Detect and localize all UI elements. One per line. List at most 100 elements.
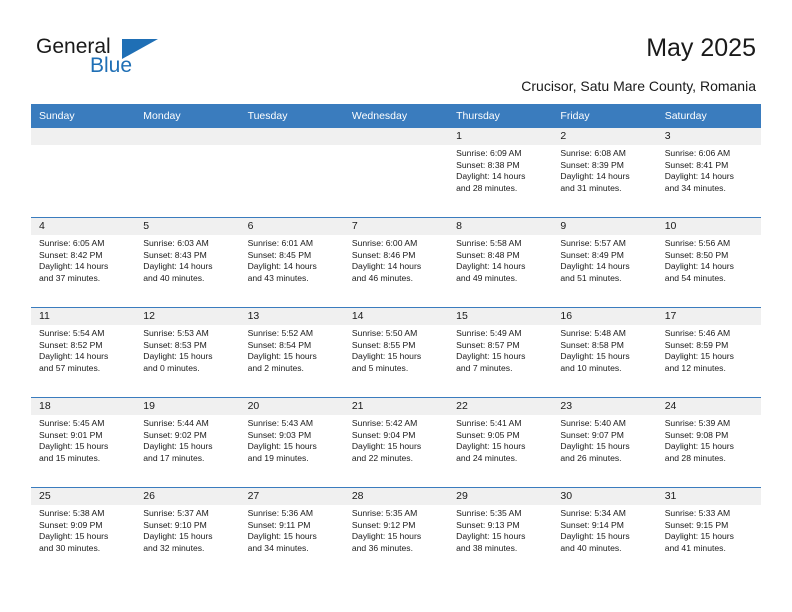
sunset-text: Sunset: 9:13 PM [456, 519, 520, 530]
day-number: 27 [239, 488, 344, 505]
calendar-day-cell[interactable]: 11 Sunrise: 5:54 AM Sunset: 8:52 PM Dayligh… [31, 307, 136, 398]
weekday-header-monday: Monday [135, 104, 240, 128]
day-number: 20 [239, 398, 344, 415]
sunset-text: Sunset: 8:39 PM [560, 159, 624, 170]
calendar-day-cell[interactable]: 2 Sunrise: 6:08 AM Sunset: 8:39 PM Daylight… [552, 128, 657, 218]
calendar-day-cell[interactable]: 28 Sunrise: 5:35 AM Sunset: 9:12 PM Dayligh… [343, 487, 449, 577]
sunrise-text: Sunrise: 5:33 AM [664, 508, 731, 518]
daylight-text-line1: Daylight: 15 hours [456, 351, 526, 362]
sunset-text: Sunset: 9:14 PM [560, 519, 624, 530]
sunrise-text: Sunrise: 5:40 AM [560, 418, 626, 428]
calendar-day-cell[interactable] [31, 128, 136, 218]
calendar-day-cell[interactable]: 16 Sunrise: 5:48 AM Sunset: 8:58 PM Dayligh… [552, 307, 657, 398]
calendar-day-cell[interactable]: 12 Sunrise: 5:53 AM Sunset: 8:53 PM Dayligh… [135, 307, 240, 398]
calendar-day-cell[interactable]: 13 Sunrise: 5:52 AM Sunset: 8:54 PM Dayligh… [239, 307, 344, 398]
sunrise-text: Sunrise: 5:57 AM [560, 238, 626, 248]
day-number [343, 128, 449, 145]
sunset-text: Sunset: 8:48 PM [456, 249, 520, 260]
daylight-text-line1: Daylight: 14 hours [560, 171, 630, 182]
daylight-text-line1: Daylight: 15 hours [351, 351, 422, 362]
calendar-day-cell[interactable]: 6 Sunrise: 6:01 AM Sunset: 8:45 PM Daylight… [239, 217, 344, 308]
calendar-day-cell[interactable]: 26 Sunrise: 5:37 AM Sunset: 9:10 PM Dayligh… [135, 487, 240, 577]
day-number: 18 [31, 398, 136, 415]
calendar-day-cell[interactable]: 29 Sunrise: 5:35 AM Sunset: 9:13 PM Dayligh… [448, 487, 553, 577]
daylight-text-line2: and 24 minutes. [456, 452, 518, 463]
calendar-day-cell[interactable]: 20 Sunrise: 5:43 AM Sunset: 9:03 PM Dayligh… [239, 397, 344, 488]
calendar-day-cell[interactable]: 31 Sunrise: 5:33 AM Sunset: 9:15 PM Dayligh… [656, 487, 761, 577]
sunset-text: Sunset: 9:03 PM [247, 429, 312, 440]
weekday-header-friday: Friday [552, 104, 657, 128]
daylight-text-line2: and 5 minutes. [351, 362, 409, 373]
brand-logo[interactable]: General Blue [36, 35, 236, 85]
daylight-text-line1: Daylight: 15 hours [664, 531, 734, 542]
calendar-day-cell[interactable]: 18 Sunrise: 5:45 AM Sunset: 9:01 PM Dayligh… [31, 397, 136, 488]
page-subtitle: Crucisor, Satu Mare County, Romania [521, 78, 756, 94]
daylight-text-line2: and 40 minutes. [560, 542, 622, 553]
calendar-day-cell[interactable]: 25 Sunrise: 5:38 AM Sunset: 9:09 PM Dayligh… [31, 487, 136, 577]
sunset-text: Sunset: 8:41 PM [664, 159, 729, 170]
daylight-text-line1: Daylight: 15 hours [247, 441, 317, 452]
day-number [135, 128, 240, 145]
daylight-text-line1: Daylight: 15 hours [39, 441, 109, 452]
calendar-day-cell[interactable]: 4 Sunrise: 6:05 AM Sunset: 8:42 PM Daylight… [31, 217, 136, 308]
daylight-text-line1: Daylight: 15 hours [143, 531, 213, 542]
daylight-text-line2: and 31 minutes. [560, 182, 622, 193]
calendar-day-cell[interactable]: 30 Sunrise: 5:34 AM Sunset: 9:14 PM Dayligh… [552, 487, 657, 577]
calendar-day-cell[interactable]: 5 Sunrise: 6:03 AM Sunset: 8:43 PM Daylight… [135, 217, 240, 308]
sunset-text: Sunset: 8:53 PM [143, 339, 207, 350]
day-number: 4 [31, 218, 136, 235]
calendar-day-cell[interactable]: 3 Sunrise: 6:06 AM Sunset: 8:41 PM Daylight… [656, 128, 761, 218]
calendar-day-cell[interactable]: 27 Sunrise: 5:36 AM Sunset: 9:11 PM Dayligh… [239, 487, 344, 577]
daylight-text-line1: Daylight: 14 hours [560, 261, 630, 272]
calendar-day-cell[interactable] [343, 128, 449, 218]
daylight-text-line2: and 38 minutes. [456, 542, 518, 553]
day-number: 7 [343, 218, 449, 235]
daylight-text-line2: and 19 minutes. [247, 452, 309, 463]
calendar-day-cell[interactable]: 23 Sunrise: 5:40 AM Sunset: 9:07 PM Dayligh… [552, 397, 657, 488]
calendar-day-cell[interactable]: 14 Sunrise: 5:50 AM Sunset: 8:55 PM Dayligh… [343, 307, 449, 398]
calendar-day-cell[interactable]: 8 Sunrise: 5:58 AM Sunset: 8:48 PM Daylight… [448, 217, 553, 308]
sunset-text: Sunset: 9:11 PM [247, 519, 311, 530]
calendar-day-cell[interactable]: 21 Sunrise: 5:42 AM Sunset: 9:04 PM Dayligh… [343, 397, 449, 488]
page-header: General Blue May 2025 Crucisor, Satu Mar… [0, 0, 792, 94]
calendar-day-cell[interactable]: 17 Sunrise: 5:46 AM Sunset: 8:59 PM Dayligh… [656, 307, 761, 398]
sunrise-text: Sunrise: 5:49 AM [456, 328, 522, 338]
day-number: 30 [552, 488, 657, 505]
sunset-text: Sunset: 8:50 PM [664, 249, 729, 260]
day-number: 3 [656, 128, 761, 145]
day-number: 31 [656, 488, 761, 505]
sunrise-text: Sunrise: 6:03 AM [143, 238, 209, 248]
calendar-day-cell[interactable]: 9 Sunrise: 5:57 AM Sunset: 8:49 PM Daylight… [552, 217, 657, 308]
daylight-text-line1: Daylight: 14 hours [39, 261, 109, 272]
calendar-day-cell[interactable]: 24 Sunrise: 5:39 AM Sunset: 9:08 PM Dayligh… [656, 397, 761, 488]
daylight-text-line2: and 22 minutes. [351, 452, 413, 463]
calendar-day-cell[interactable]: 15 Sunrise: 5:49 AM Sunset: 8:57 PM Dayligh… [448, 307, 553, 398]
calendar-day-cell[interactable] [239, 128, 344, 218]
weekday-header-saturday: Saturday [656, 104, 761, 128]
calendar-day-cell[interactable]: 10 Sunrise: 5:56 AM Sunset: 8:50 PM Dayligh… [656, 217, 761, 308]
calendar-day-cell[interactable]: 19 Sunrise: 5:44 AM Sunset: 9:02 PM Dayligh… [135, 397, 240, 488]
daylight-text-line2: and 30 minutes. [39, 542, 101, 553]
daylight-text-line1: Daylight: 15 hours [247, 531, 317, 542]
daylight-text-line1: Daylight: 15 hours [664, 441, 734, 452]
daylight-text-line1: Daylight: 14 hours [664, 171, 734, 182]
daylight-text-line1: Daylight: 15 hours [560, 351, 630, 362]
daylight-text-line2: and 51 minutes. [560, 272, 622, 283]
daylight-text-line2: and 17 minutes. [143, 452, 205, 463]
day-number: 25 [31, 488, 136, 505]
sunset-text: Sunset: 8:38 PM [456, 159, 520, 170]
calendar-week-row: 18 Sunrise: 5:45 AM Sunset: 9:01 PM Dayligh… [31, 397, 761, 488]
calendar-day-cell[interactable]: 1 Sunrise: 6:09 AM Sunset: 8:38 PM Daylight… [448, 128, 553, 218]
day-number: 15 [448, 308, 553, 325]
day-number: 2 [552, 128, 657, 145]
sunrise-text: Sunrise: 6:08 AM [560, 148, 626, 158]
day-number: 1 [448, 128, 553, 145]
weekday-header-thursday: Thursday [448, 104, 553, 128]
sunrise-text: Sunrise: 6:00 AM [351, 238, 418, 248]
calendar-day-cell[interactable]: 7 Sunrise: 6:00 AM Sunset: 8:46 PM Daylight… [343, 217, 449, 308]
daylight-text-line2: and 43 minutes. [247, 272, 309, 283]
calendar-day-cell[interactable] [135, 128, 240, 218]
daylight-text-line1: Daylight: 14 hours [351, 261, 422, 272]
calendar-day-cell[interactable]: 22 Sunrise: 5:41 AM Sunset: 9:05 PM Dayligh… [448, 397, 553, 488]
sunset-text: Sunset: 8:58 PM [560, 339, 624, 350]
